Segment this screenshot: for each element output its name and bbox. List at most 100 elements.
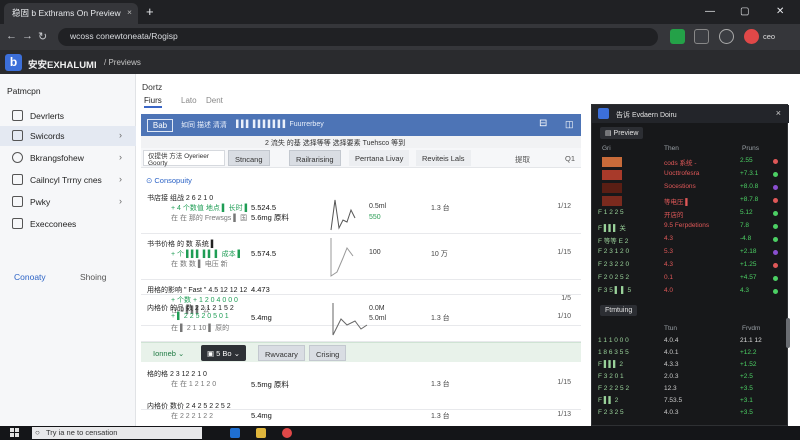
row-number: 1.3 台	[431, 413, 450, 420]
filter-button[interactable]: Reviteis Lals	[416, 150, 471, 166]
row-value: 4.473	[251, 285, 270, 294]
sidebar-footer-link[interactable]: Shoing	[80, 272, 106, 282]
panel-section-preview[interactable]: ▤ Preview	[600, 127, 644, 139]
chevron-right-icon: ›	[119, 196, 122, 206]
sidebar-item-cailncyl[interactable]: Cailncyl Trrny cnes ›	[0, 170, 136, 190]
app-logo-icon[interactable]: b	[5, 54, 22, 71]
select-button[interactable]: ▣ 5 Bo ⌄	[201, 345, 246, 361]
back-arrow-icon[interactable]: ←	[6, 30, 17, 42]
list-item[interactable]: F 2 3 2 5 4.0.3 +3.5	[592, 409, 789, 420]
filter-button[interactable]: Perrtana Livay	[349, 150, 410, 166]
banner-meta: ▌▌▌ ▌▌▌▌▌▌▌ Fuurrerbey	[236, 121, 324, 128]
filter-button[interactable]: Railrarising	[289, 150, 341, 166]
action-button[interactable]: Crising	[309, 345, 347, 361]
list-item[interactable]: F 3 5 ▌ ▌ 5 4.0 4.3	[592, 287, 789, 298]
browser-tab[interactable]: 稳固 b Exthrams On Preview ×	[4, 3, 138, 24]
expand-icon[interactable]: ⊟	[539, 118, 547, 129]
list-item[interactable]: F 2 2 2 5 2 12.3 +3.5	[592, 385, 789, 396]
browser-tab-bar: 稳固 b Exthrams On Preview × + — ▢ ✕	[0, 0, 800, 24]
panel-title: 告诉 Evdaern Doiru	[616, 112, 677, 119]
close-icon[interactable]: ×	[776, 108, 781, 118]
row-figure: 0.0M	[369, 305, 385, 312]
row-figure: 0.5ml	[369, 203, 387, 210]
filter-button[interactable]: Stncang	[228, 150, 270, 166]
list-item[interactable]: F ▌▌ 2 7.53.5 +3.1	[592, 397, 789, 408]
window-close-icon[interactable]: ✕	[776, 6, 784, 17]
maximize-icon[interactable]: ▢	[740, 6, 749, 17]
list-item[interactable]: F ▌▌▌ 2 4.3.3 +1.52	[592, 361, 789, 372]
app-brand: 安安EXHALUMI	[28, 60, 97, 71]
taskbar-search-input[interactable]: ○ Try ia ne to censation	[32, 427, 202, 439]
list-item[interactable]: cods 系统 -2.55	[592, 157, 789, 168]
dropdown-button[interactable]: Ionneb ⌄	[147, 345, 190, 361]
minimize-icon[interactable]: —	[705, 6, 715, 17]
column-header: Gri	[602, 145, 611, 152]
taskbar: ○ Try ia ne to censation	[0, 426, 800, 440]
row-figure: 100	[369, 249, 381, 256]
filter-button[interactable]: Q1	[559, 150, 581, 166]
action-bar: Ionneb ⌄ ▣ 5 Bo ⌄ Rwvacary Crising	[141, 342, 581, 362]
list-item[interactable]: F 1 2 2 5 开店的 5.12	[592, 209, 789, 220]
list-item[interactable]: F 2 3 2 2 0 4.3 +1.25	[592, 261, 789, 272]
list-item[interactable]: F 2 3 1 2 0 5.3 +2.18	[592, 248, 789, 259]
windows-start-icon[interactable]	[10, 428, 20, 438]
sidebar-item-bkrangsfohew[interactable]: Bkrangsfohew ›	[0, 148, 136, 168]
row-number: 1.3 台	[431, 381, 450, 388]
page-title: Dortz	[142, 82, 163, 92]
sidebar-item-execconees[interactable]: Execconees	[0, 214, 136, 234]
chrome-icon[interactable]	[282, 428, 292, 438]
tab-dent[interactable]: Dent	[206, 96, 223, 105]
sidebar-item-swicords[interactable]: Swicords ›	[0, 126, 136, 146]
extension-green-icon[interactable]	[670, 29, 685, 44]
panel-section-ftmtuing[interactable]: Ftmtuing	[600, 305, 638, 316]
monitor-icon	[12, 130, 23, 141]
list-item[interactable]: F 3 2 0 1 2.0.3 +2.5	[592, 373, 789, 384]
row-value: 5.524.5	[251, 203, 277, 212]
group-label[interactable]: ⊙ Consopuity	[146, 176, 192, 185]
list-item[interactable]: 1 1 1 0 0 0 4.0.4 21.1 12	[592, 337, 789, 348]
row-value: 5.574.5	[251, 249, 277, 258]
table-row[interactable]: 内格价 数价 2 4 2 5 2 2 5 2 在 2 2 2 1 2 2 5.4…	[141, 396, 581, 426]
url-field[interactable]: wcoss conewtoneata/Rogisp	[58, 28, 658, 46]
row-label: 内格价 的品 数 2 2 1 2 1 5 2	[147, 305, 234, 312]
new-tab-button[interactable]: +	[146, 5, 154, 18]
list-item[interactable]: 1 8 6 3 5 5 4.0.1 +12.2	[592, 349, 789, 360]
sidebar-footer-link[interactable]: Conoaty	[14, 272, 46, 282]
list-item[interactable]: Socestions +8.0.8	[592, 183, 789, 194]
tab-close-icon[interactable]: ×	[127, 7, 132, 17]
extension-icon[interactable]	[694, 29, 709, 44]
settings-icon[interactable]	[719, 29, 734, 44]
table-row[interactable]: 内格价 的品 数 2 2 1 2 1 5 2 + ▌ 2 2 5 2 0 5 0…	[141, 294, 581, 342]
row-fraction: 1/15	[557, 249, 571, 256]
sidebar-item-devrlerts[interactable]: Devrlerts	[0, 106, 136, 126]
info-banner: Bab 如同 描述 清清 ▌▌▌ ▌▌▌▌▌▌▌ Fuurrerbey ⊟ ◫	[141, 114, 581, 136]
row-number: 1.3 台	[431, 205, 450, 212]
tab-lato[interactable]: Lato	[181, 96, 197, 105]
table-row[interactable]: 书店接 组战 2 6 2 1 0 + 4 个数值 地点 ▌ 长时 ▌ 在 在 那…	[141, 188, 581, 234]
list-item[interactable]: 等电压 ▌ +8.7.8	[592, 196, 789, 207]
tab-fiurs[interactable]: Fiurs	[144, 96, 162, 108]
close-icon[interactable]: ◫	[565, 119, 574, 130]
edge-icon[interactable]	[230, 428, 240, 438]
list-item[interactable]: F ▌▌▌ 关 9.5 Ferpdetions 7.8	[592, 222, 789, 233]
table-row[interactable]: 书书价格 的 数 系统 ▌ + 个 ▌▌▌ ▌▌ ▌ 成本 ▌ 在 数 数 ▌ …	[141, 234, 581, 280]
list-item[interactable]: Uocttrofesra +7.3.1	[592, 170, 789, 181]
row-sub: 在 在 1 2 1 2 0	[171, 381, 217, 388]
list-item[interactable]: F 2 0 2 5 2 0.1 +4.57	[592, 274, 789, 285]
breadcrumb[interactable]: / Previews	[104, 58, 141, 67]
folder-icon[interactable]	[256, 428, 266, 438]
sidebar-item-label: Execconees	[30, 219, 77, 229]
row-sub: + 4 个数值 地点 ▌ 长时 ▌	[171, 205, 250, 212]
list-item[interactable]: F 等等 E 2 4.3 -4.8	[592, 235, 789, 246]
panel-scrollbar[interactable]	[786, 318, 790, 348]
notification-icon[interactable]	[744, 29, 759, 44]
action-button[interactable]: Rwvacary	[258, 345, 305, 361]
forward-arrow-icon[interactable]: →	[22, 30, 33, 42]
column-header: Pruns	[742, 145, 759, 152]
row-sub: + ▌ 2 2 5 2 0 5 0 1	[171, 313, 229, 320]
filter-button[interactable]: 提取	[509, 150, 536, 166]
filter-chip[interactable]: 仅提供 方法 Oyerieer Goorty	[143, 150, 225, 167]
sidebar-item-pwky[interactable]: Pwky ›	[0, 192, 136, 212]
banner-subheader: 2 流失 的基 选择等等 选择要素 Tuehsco 等到	[141, 136, 581, 148]
reload-icon[interactable]: ↻	[38, 30, 47, 43]
